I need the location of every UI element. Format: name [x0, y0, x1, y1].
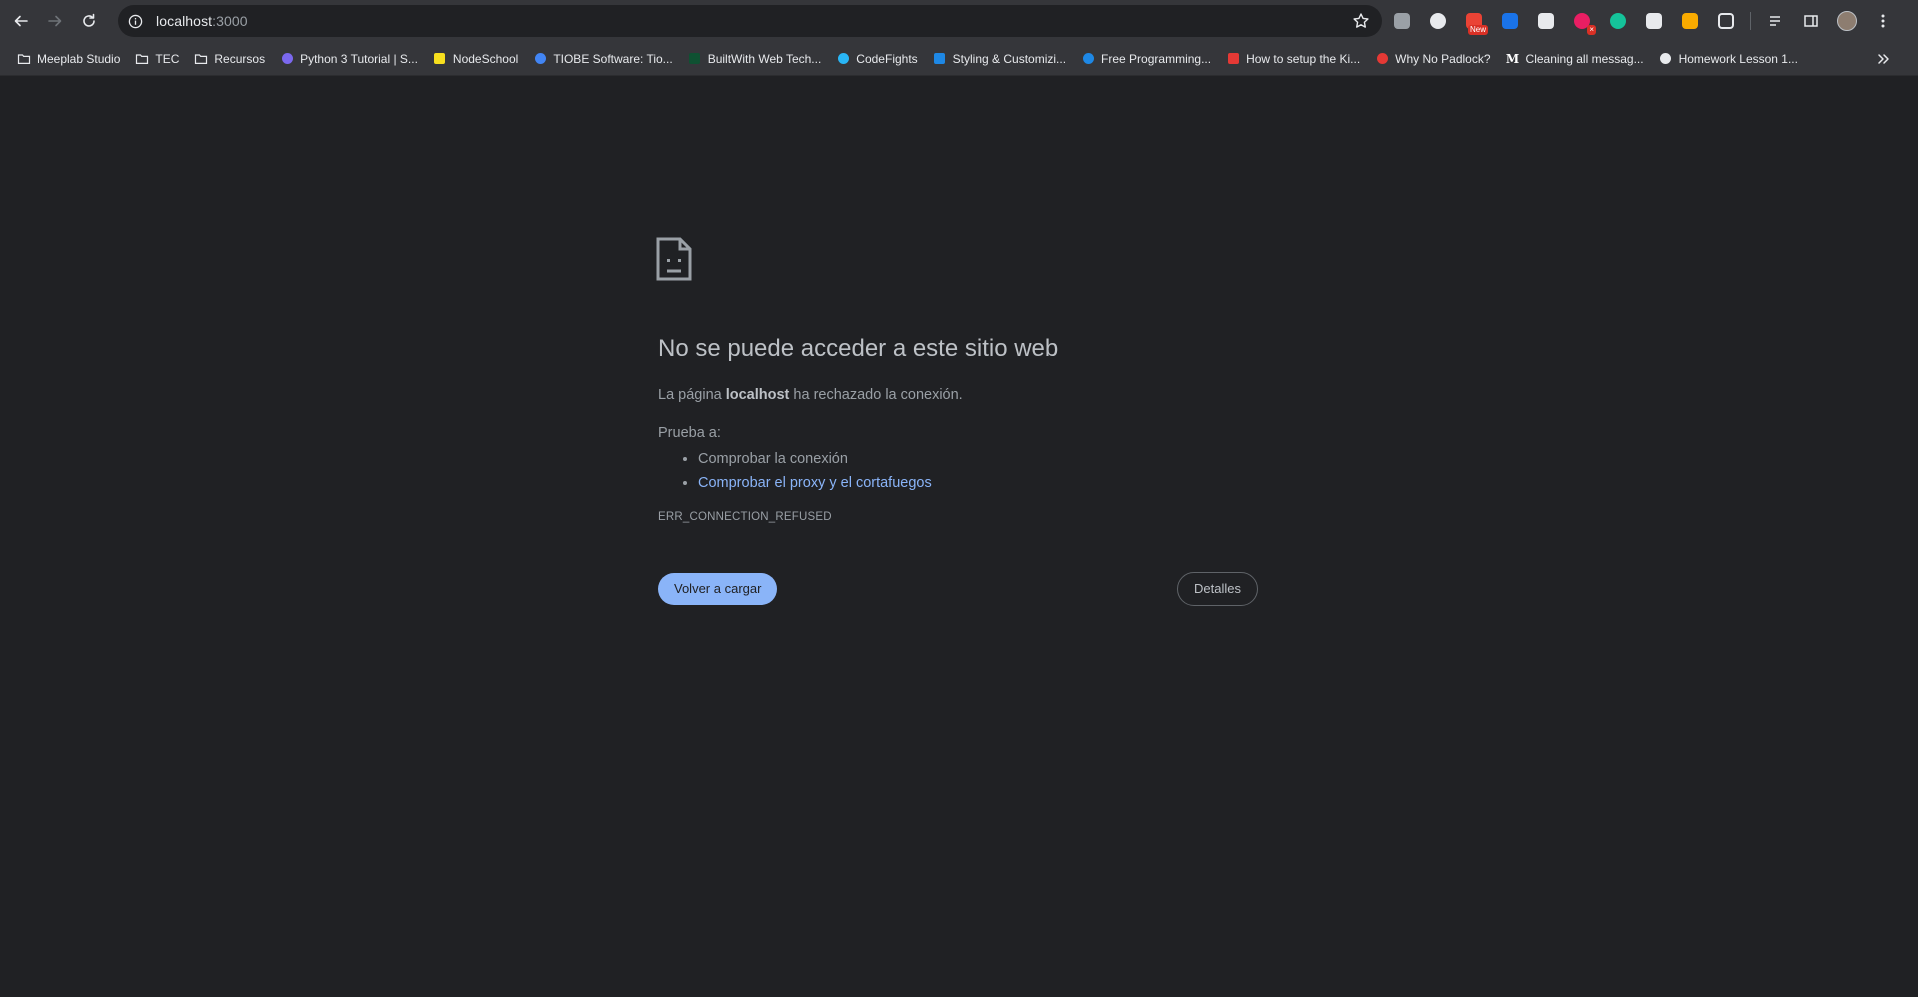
profile-avatar[interactable]: [1835, 9, 1859, 33]
suggestions-list: Comprobar la conexión Comprobar el proxy…: [658, 447, 1258, 495]
bookmark-label: Homework Lesson 1...: [1678, 51, 1798, 66]
error-description: La página localhost ha rechazado la cone…: [658, 385, 1258, 405]
side-panel-icon[interactable]: [1799, 9, 1823, 33]
suggestion-item-check-connection: Comprobar la conexión: [698, 447, 1258, 471]
arrow-left-icon: [14, 15, 28, 27]
error-container: No se puede acceder a este sitio web La …: [656, 237, 1258, 523]
suggestions-heading: Prueba a:: [658, 425, 721, 441]
extensions-area: New ×: [1390, 9, 1907, 35]
circle-logo-icon: [933, 52, 947, 66]
extension-eyes-icon[interactable]: [1678, 9, 1702, 33]
bookmark-item[interactable]: TEC: [128, 47, 186, 71]
bookmark-label: Meeplab Studio: [37, 51, 121, 66]
folder-icon: [135, 52, 149, 66]
error-code: ERR_CONNECTION_REFUSED: [658, 511, 832, 523]
cloud-logo-icon: [1081, 52, 1095, 66]
bookmark-label: TIOBE Software: Tio...: [553, 51, 673, 66]
arrow-right-icon: [48, 15, 62, 27]
bookmark-label: Recursos: [214, 51, 266, 66]
extension-circle-icon[interactable]: [1426, 9, 1450, 33]
bookmark-label: BuiltWith Web Tech...: [707, 51, 822, 66]
back-button[interactable]: [8, 8, 34, 34]
diamond-icon: [533, 52, 547, 66]
bookmark-label: TEC: [155, 51, 180, 66]
extension-record-icon[interactable]: ×: [1570, 9, 1596, 35]
python-icon: [280, 52, 294, 66]
more-menu-icon[interactable]: [1871, 9, 1895, 33]
browser-toolbar: localhost:3000 New ×: [0, 0, 1918, 42]
extension-window-icon[interactable]: [1534, 9, 1558, 33]
bookmark-label: NodeSchool: [452, 51, 519, 66]
hexagon-icon: [433, 52, 447, 66]
bookmark-item[interactable]: Homework Lesson 1...: [1652, 47, 1805, 71]
bookmark-item[interactable]: Meeplab Studio: [10, 47, 127, 71]
bookmark-item[interactable]: M Cleaning all messag...: [1499, 47, 1651, 71]
bookmark-label: Styling & Customizi...: [952, 51, 1067, 66]
extension-new-icon[interactable]: New: [1462, 9, 1488, 35]
details-button[interactable]: Detalles: [1177, 572, 1258, 606]
extension-badge: New: [1467, 25, 1488, 35]
codefights-icon: [836, 52, 850, 66]
bookmark-item[interactable]: BuiltWith Web Tech...: [681, 47, 829, 71]
url-text[interactable]: localhost:3000: [156, 13, 248, 29]
bookmark-item[interactable]: Recursos: [187, 47, 272, 71]
url-host: localhost: [156, 13, 213, 29]
error-desc-host: localhost: [725, 387, 790, 403]
bookmark-item[interactable]: Styling & Customizi...: [926, 47, 1073, 71]
bookmark-label: CodeFights: [856, 51, 918, 66]
reload-page-button[interactable]: Volver a cargar: [658, 573, 778, 605]
extensions-puzzle-icon[interactable]: [1714, 9, 1738, 33]
bookmark-label: How to setup the Ki...: [1246, 51, 1361, 66]
bookmark-star-icon[interactable]: [1352, 12, 1370, 30]
extension-badge: ×: [1587, 25, 1596, 35]
folder-icon: [194, 52, 208, 66]
book-icon: [1659, 52, 1673, 66]
sad-document-icon: [656, 237, 692, 281]
chevron-double-right-icon[interactable]: [1874, 50, 1892, 68]
extension-k-icon[interactable]: [1390, 9, 1414, 33]
url-port: :3000: [212, 13, 248, 29]
bookmark-item[interactable]: Why No Padlock?: [1368, 47, 1497, 71]
bookmarks-bar: Meeplab Studio TEC Recursos Python 3 Tutori…: [0, 42, 1918, 76]
extension-check-icon[interactable]: [1498, 9, 1522, 33]
bookmark-label: Python 3 Tutorial | S...: [300, 51, 418, 66]
bookmark-item[interactable]: How to setup the Ki...: [1219, 47, 1367, 71]
error-desc-suffix: ha rechazado la conexión.: [789, 387, 963, 403]
error-desc-prefix: La página: [658, 387, 726, 403]
reading-list-icon[interactable]: [1763, 9, 1787, 33]
site-info-icon[interactable]: [126, 12, 144, 30]
address-bar[interactable]: localhost:3000: [118, 5, 1382, 37]
toolbar-separator: [1750, 12, 1751, 30]
reload-icon: [83, 13, 95, 27]
page-content: No se puede acceder a este sitio web La …: [0, 77, 1918, 997]
medium-icon: M: [1505, 51, 1520, 66]
bookmark-label: Free Programming...: [1101, 51, 1212, 66]
reload-button[interactable]: [76, 8, 102, 34]
bookmark-item[interactable]: NodeSchool: [426, 47, 525, 71]
forward-button[interactable]: [42, 8, 68, 34]
bookmark-item[interactable]: Python 3 Tutorial | S...: [273, 47, 425, 71]
folder-icon: [17, 52, 31, 66]
builtwith-icon: [688, 52, 702, 66]
suggestion-link[interactable]: Comprobar el proxy y el cortafuegos: [698, 475, 932, 491]
suggestion-item-check-proxy[interactable]: Comprobar el proxy y el cortafuegos: [698, 471, 1258, 495]
extension-cloud-icon[interactable]: [1642, 9, 1666, 33]
suggestion-label: Comprobar la conexión: [698, 451, 848, 467]
grammarly-icon[interactable]: [1606, 9, 1630, 33]
error-title: No se puede acceder a este sitio web: [658, 335, 1059, 362]
padlock-icon: [1375, 52, 1389, 66]
bookmark-item[interactable]: CodeFights: [829, 47, 924, 71]
logo-red-icon: [1226, 52, 1240, 66]
bookmark-label: Why No Padlock?: [1395, 51, 1491, 66]
bookmark-item[interactable]: TIOBE Software: Tio...: [526, 47, 679, 71]
bookmark-item[interactable]: Free Programming...: [1074, 47, 1218, 71]
bookmark-label: Cleaning all messag...: [1525, 51, 1644, 66]
